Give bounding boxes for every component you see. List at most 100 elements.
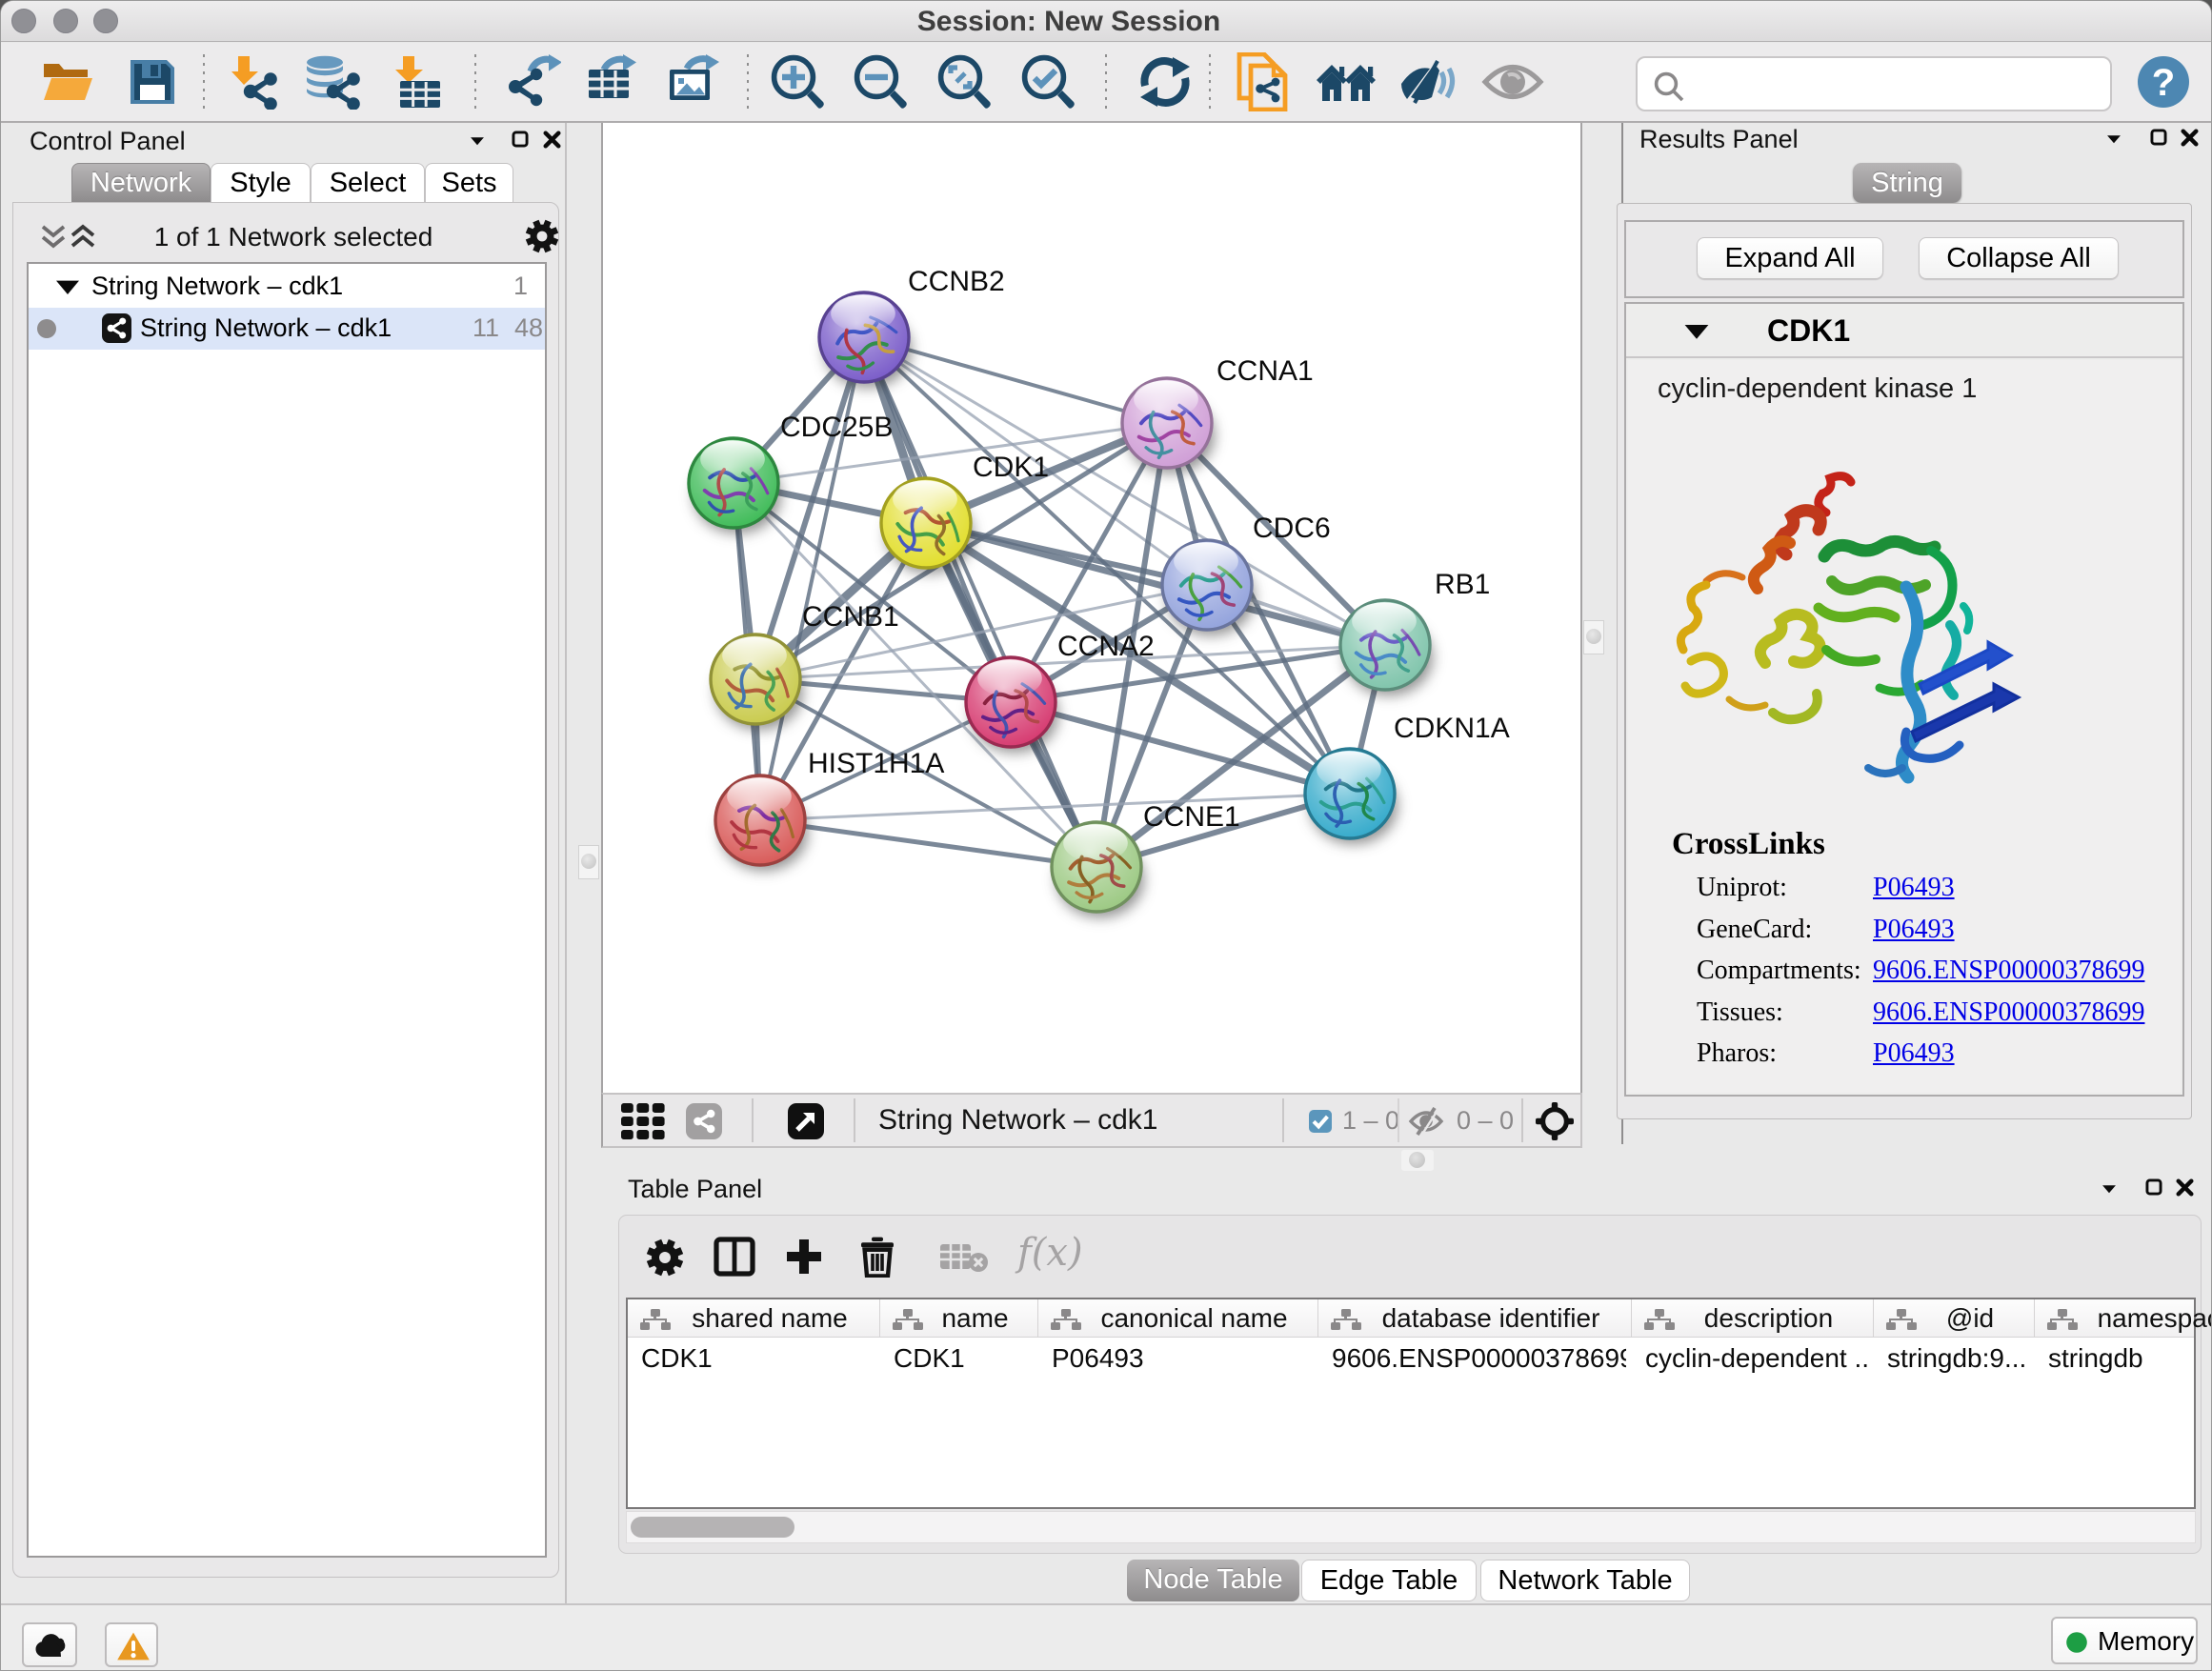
- selected-checkbox-icon[interactable]: [1308, 1109, 1333, 1134]
- table-options-gear-icon[interactable]: [646, 1238, 684, 1277]
- column-header-namespace[interactable]: namespace: [2035, 1299, 2212, 1338]
- crosslink-link[interactable]: 9606.ENSP00000378699: [1873, 956, 2144, 986]
- column-header-canonical-name[interactable]: canonical name: [1038, 1299, 1318, 1338]
- delete-column-icon[interactable]: [859, 1236, 895, 1278]
- scrollbar-thumb[interactable]: [631, 1517, 794, 1538]
- tab-string[interactable]: String: [1853, 163, 1961, 203]
- node-label-CCNA1: CCNA1: [1217, 355, 1314, 387]
- cloud-icon: [34, 1633, 69, 1658]
- string-view-badge-icon[interactable]: [685, 1102, 723, 1140]
- refresh-icon[interactable]: [1136, 55, 1194, 109]
- warnings-button[interactable]: [105, 1622, 158, 1667]
- control-panel-divider[interactable]: [565, 123, 567, 1603]
- open-session-icon[interactable]: [40, 60, 95, 104]
- table-cell: stringdb: [2048, 1343, 2212, 1374]
- add-column-icon[interactable]: [784, 1237, 824, 1277]
- table-panel-float-icon[interactable]: [2145, 1178, 2162, 1196]
- expand-all-button[interactable]: Expand All: [1697, 237, 1883, 279]
- cloud-status-button[interactable]: [22, 1622, 77, 1667]
- control-panel-close-icon[interactable]: [543, 131, 561, 149]
- show-all-icon[interactable]: [1481, 60, 1544, 104]
- network-node-count: 11: [473, 313, 499, 343]
- column-header-database-identifier[interactable]: database identifier: [1318, 1299, 1632, 1338]
- crosslink-link[interactable]: P06493: [1873, 1038, 1955, 1069]
- network-row-selected[interactable]: String Network – cdk1 11 48: [29, 308, 545, 350]
- birds-eye-view-icon[interactable]: [621, 1103, 673, 1139]
- import-database-icon[interactable]: [302, 54, 361, 110]
- results-panel-float-icon[interactable]: [2150, 129, 2167, 146]
- network-node-HIST1H1A[interactable]: HIST1H1A: [715, 748, 944, 871]
- table-row[interactable]: CDK1CDK1P064939606.ENSP00000378699cyclin…: [628, 1339, 2194, 1377]
- column-header--id[interactable]: @id: [1874, 1299, 2035, 1338]
- export-table-icon[interactable]: [587, 54, 644, 110]
- zoom-selected-icon[interactable]: [1019, 52, 1078, 111]
- network-node-CCNB1[interactable]: CCNB1: [711, 601, 899, 730]
- table-panel-close-icon[interactable]: [2176, 1178, 2194, 1197]
- network-tab-content: 1 of 1 Network selected String Network –…: [12, 202, 559, 1578]
- delete-table-icon: [939, 1242, 989, 1273]
- column-header-shared-name[interactable]: shared name: [628, 1299, 880, 1338]
- toolbar-separator: [203, 54, 205, 113]
- control-panel-menu-icon[interactable]: [470, 135, 485, 146]
- network-node-CDKN1A[interactable]: CDKN1A: [1305, 713, 1510, 844]
- homes-icon[interactable]: [1315, 57, 1377, 107]
- import-table-icon[interactable]: [389, 54, 440, 110]
- column-header-description[interactable]: description: [1632, 1299, 1874, 1338]
- control-panel-float-icon[interactable]: [512, 131, 529, 148]
- tab-network-table[interactable]: Network Table: [1480, 1560, 1690, 1601]
- gene-expander-icon[interactable]: [1683, 323, 1710, 340]
- center-view-icon[interactable]: [1535, 1101, 1575, 1141]
- left-splitter-handle[interactable]: [578, 845, 599, 879]
- results-panel-menu-icon[interactable]: [2106, 133, 2122, 144]
- tab-edge-table[interactable]: Edge Table: [1301, 1560, 1477, 1601]
- hide-selected-icon[interactable]: [1399, 57, 1458, 107]
- table-horizontal-scrollbar[interactable]: [626, 1511, 2196, 1543]
- network-view[interactable]: CCNB2CCNA1CDC25BCDK1CDC6RB1CCNB1CCNA2CDK…: [601, 123, 1582, 1093]
- network-node-CDC25B[interactable]: CDC25B: [689, 412, 893, 534]
- network-graph[interactable]: CCNB2CCNA1CDC25BCDK1CDC6RB1CCNB1CCNA2CDK…: [603, 123, 1580, 1091]
- collapse-tree-icon[interactable]: [39, 224, 68, 251]
- tab-node-table[interactable]: Node Table: [1127, 1560, 1299, 1601]
- tab-style[interactable]: Style: [211, 163, 311, 203]
- import-network-icon[interactable]: [223, 54, 278, 110]
- expand-tree-icon[interactable]: [69, 224, 97, 251]
- export-network-icon[interactable]: [506, 54, 561, 110]
- gene-section-header[interactable]: CDK1: [1626, 304, 2182, 358]
- crosslink-link[interactable]: P06493: [1873, 873, 1955, 903]
- tab-select[interactable]: Select: [311, 163, 425, 203]
- memory-button[interactable]: Memory: [2051, 1617, 2198, 1664]
- table-panel-title: Table Panel: [628, 1175, 762, 1204]
- tab-network[interactable]: Network: [71, 163, 211, 203]
- crosslink-link[interactable]: P06493: [1873, 915, 1955, 945]
- zoom-in-icon[interactable]: [769, 52, 828, 111]
- zoom-fit-icon[interactable]: [935, 52, 995, 111]
- search-input[interactable]: [1699, 62, 2103, 106]
- network-options-gear-icon[interactable]: [525, 219, 559, 253]
- copy-network-icon[interactable]: [1236, 52, 1291, 111]
- collapse-all-button[interactable]: Collapse All: [1919, 237, 2119, 279]
- warning-icon: [116, 1631, 151, 1661]
- results-panel-close-icon[interactable]: [2181, 129, 2199, 147]
- collection-expander-icon[interactable]: [55, 279, 80, 295]
- crosslink-link[interactable]: 9606.ENSP00000378699: [1873, 997, 2144, 1028]
- show-columns-icon[interactable]: [714, 1237, 755, 1277]
- export-image-icon[interactable]: [668, 54, 725, 110]
- results-panel: Results Panel String Expand All Collapse…: [1626, 123, 2212, 1142]
- open-in-window-icon[interactable]: [787, 1102, 825, 1140]
- table-cell: P06493: [1052, 1343, 1313, 1374]
- column-header-name[interactable]: name: [880, 1299, 1038, 1338]
- network-node-RB1[interactable]: RB1: [1340, 569, 1490, 695]
- help-icon[interactable]: ?: [2136, 54, 2191, 110]
- gene-name: CDK1: [1767, 313, 1850, 349]
- zoom-out-icon[interactable]: [852, 52, 911, 111]
- network-node-CCNE1[interactable]: CCNE1: [1052, 801, 1240, 917]
- network-edge-HIST1H1A-CCNE1[interactable]: [760, 820, 1096, 867]
- network-node-CCNA1[interactable]: CCNA1: [1122, 355, 1314, 473]
- table-panel-menu-icon[interactable]: [2101, 1183, 2117, 1194]
- save-session-icon[interactable]: [129, 58, 176, 106]
- main-toolbar: ?: [1, 43, 2211, 123]
- right-splitter-handle[interactable]: [1583, 620, 1604, 654]
- window-title: Session: New Session: [1, 1, 2137, 42]
- tab-sets[interactable]: Sets: [425, 163, 513, 203]
- network-collection-row[interactable]: String Network – cdk1 1: [29, 266, 545, 308]
